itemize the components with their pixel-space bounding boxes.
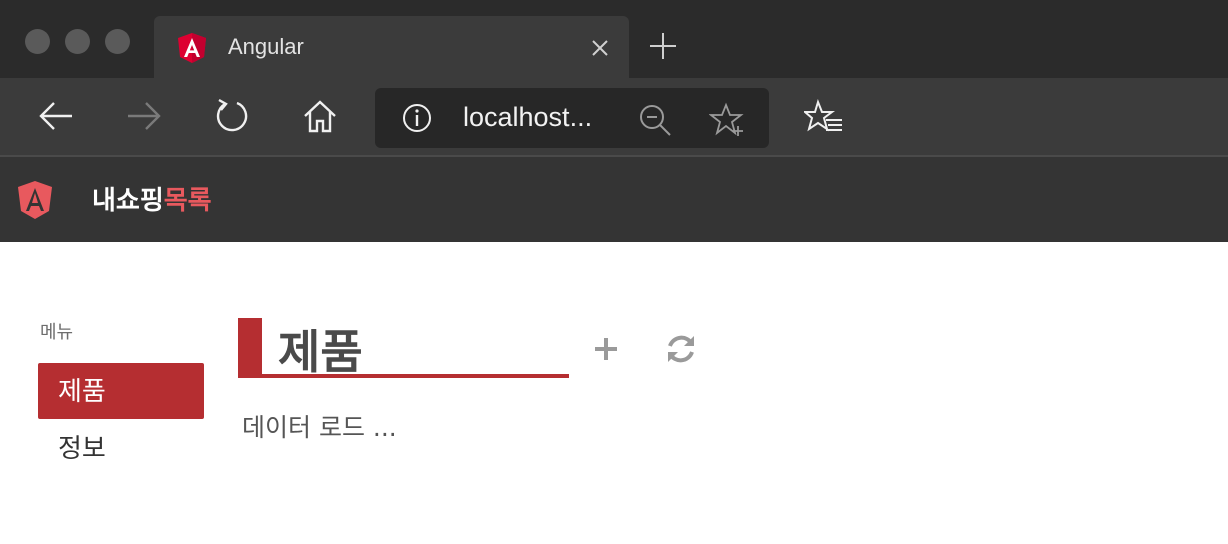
page-title: 제품 (278, 325, 363, 379)
window-maximize-dot[interactable] (105, 29, 130, 54)
window-minimize-dot[interactable] (65, 29, 90, 54)
tab-title: Angular (228, 34, 304, 59)
add-product-icon[interactable] (589, 332, 623, 366)
info-icon[interactable] (401, 102, 433, 134)
page-heading: 제품 (238, 318, 569, 379)
new-tab-icon[interactable] (648, 31, 678, 61)
close-icon[interactable] (588, 36, 612, 60)
loading-status: 데이터 로드 ... (242, 413, 397, 442)
address-bar[interactable]: localhost... (375, 88, 769, 148)
forward-icon[interactable] (124, 96, 164, 136)
menu-caption: 메뉴 (40, 322, 74, 343)
browser-toolbar: localhost... (0, 78, 1228, 157)
refresh-icon[interactable] (212, 96, 252, 136)
app-header: 내쇼핑목록 (0, 157, 1228, 242)
sidebar-item-label: 정보 (58, 434, 106, 464)
add-favorite-icon[interactable] (709, 102, 745, 138)
app-brand[interactable]: 내쇼핑목록 (92, 180, 212, 217)
brand-prefix: 내쇼핑 (92, 186, 164, 216)
brand-suffix: 목록 (163, 186, 212, 216)
angular-logo-icon (178, 33, 206, 63)
sidebar-item-about[interactable]: 정보 (38, 420, 204, 476)
heading-accent-bar (238, 318, 262, 376)
home-icon[interactable] (300, 96, 340, 136)
zoom-out-icon[interactable] (637, 102, 673, 138)
browser-tab[interactable]: Angular (154, 16, 629, 78)
reload-icon[interactable] (664, 332, 698, 366)
favorites-list-icon[interactable] (804, 98, 844, 138)
window-close-dot[interactable] (25, 29, 50, 54)
angular-logo-icon[interactable] (16, 180, 54, 220)
back-icon[interactable] (36, 96, 76, 136)
sidebar-item-products[interactable]: 제품 (38, 363, 204, 419)
browser-tab-strip: Angular (0, 0, 1228, 78)
sidebar-item-label: 제품 (58, 377, 106, 407)
url-text[interactable]: localhost... (463, 102, 592, 133)
